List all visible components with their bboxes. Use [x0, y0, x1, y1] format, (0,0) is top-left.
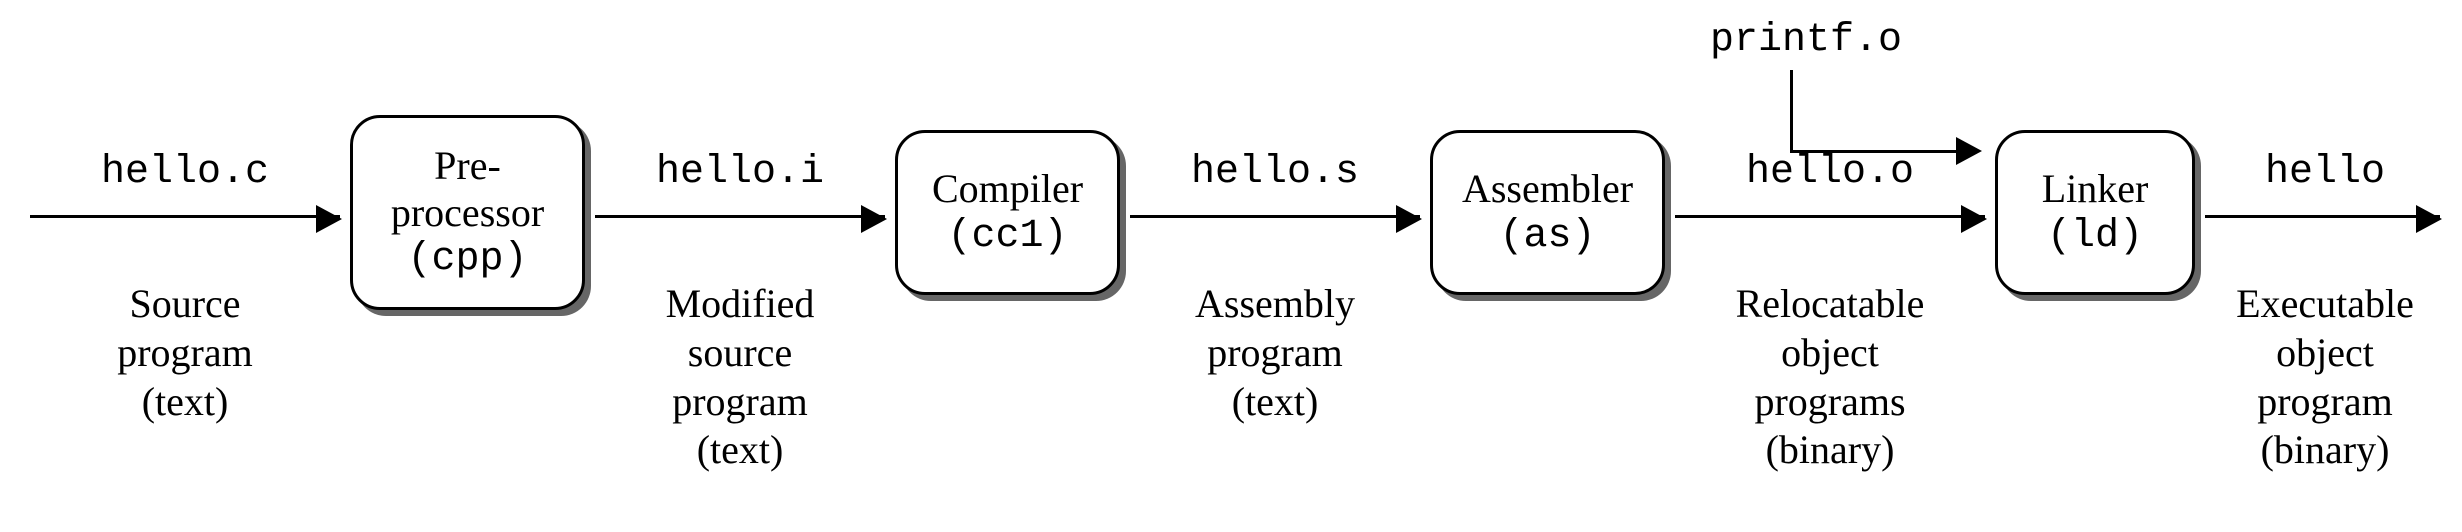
arrow-source-to-preprocessor [30, 215, 340, 218]
arrowhead-printf-to-linker [1956, 137, 1982, 165]
desc-line: programs [1754, 379, 1905, 424]
stage-linker: Linker (ld) [1995, 130, 2195, 295]
desc-source-program: Source program (text) [70, 280, 300, 426]
desc-line: object [1781, 330, 1879, 375]
desc-line: Source [129, 281, 240, 326]
file-hello-c: hello.c [70, 150, 300, 195]
desc-line: program [2257, 379, 2393, 424]
desc-line: object [2276, 330, 2374, 375]
compilation-pipeline-diagram: hello.c Source program (text) Pre- proce… [0, 0, 2462, 532]
stage-tool: (cpp) [407, 236, 527, 283]
desc-line: (binary) [2261, 427, 2390, 472]
stage-title-line: Pre- [434, 142, 501, 189]
desc-assembly-program: Assembly program (text) [1160, 280, 1390, 426]
file-printf-o: printf.o [1710, 18, 1902, 63]
desc-line: Assembly [1195, 281, 1355, 326]
desc-line: (binary) [1766, 427, 1895, 472]
desc-line: (text) [1232, 379, 1319, 424]
stage-preprocessor: Pre- processor (cpp) [350, 115, 585, 310]
arrow-assembler-to-linker [1675, 215, 1985, 218]
stage-assembler: Assembler (as) [1430, 130, 1665, 295]
desc-line: Modified [666, 281, 815, 326]
file-hello-i: hello.i [625, 150, 855, 195]
stage-title-line: Assembler [1462, 165, 1633, 212]
desc-line: Executable [2236, 281, 2414, 326]
stage-tool: (ld) [2047, 213, 2143, 260]
desc-line: program [672, 379, 808, 424]
arrow-linker-to-executable [2205, 215, 2440, 218]
connector-printf-to-linker [1790, 70, 1959, 153]
stage-compiler: Compiler (cc1) [895, 130, 1120, 295]
desc-relocatable-object: Relocatable object programs (binary) [1700, 280, 1960, 475]
stage-title-line: processor [391, 189, 544, 236]
stage-title-line: Linker [2042, 165, 2149, 212]
file-hello-o: hello.o [1710, 150, 1950, 195]
stage-title-line: Compiler [932, 165, 1083, 212]
desc-line: Relocatable [1736, 281, 1925, 326]
desc-line: program [117, 330, 253, 375]
stage-tool: (cc1) [947, 213, 1067, 260]
desc-line: (text) [697, 427, 784, 472]
arrow-compiler-to-assembler [1130, 215, 1420, 218]
desc-line: source [688, 330, 792, 375]
desc-modified-source: Modified source program (text) [625, 280, 855, 475]
desc-line: (text) [142, 379, 229, 424]
desc-line: program [1207, 330, 1343, 375]
file-hello-s: hello.s [1160, 150, 1390, 195]
desc-executable-object: Executable object program (binary) [2200, 280, 2450, 475]
stage-tool: (as) [1499, 213, 1595, 260]
arrow-preprocessor-to-compiler [595, 215, 885, 218]
file-hello-exe: hello [2230, 150, 2420, 195]
